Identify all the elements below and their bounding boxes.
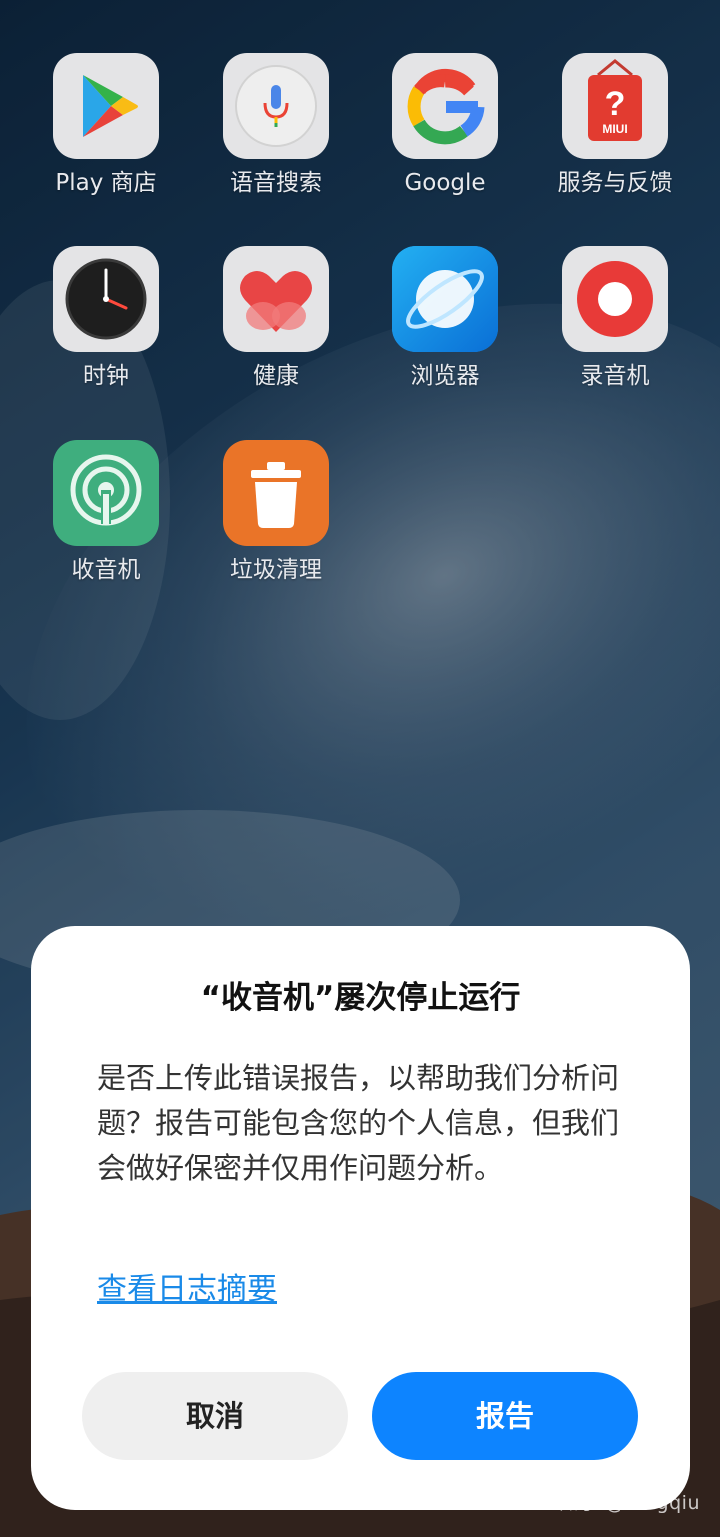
clock-icon	[53, 246, 159, 352]
radio-icon	[53, 440, 159, 546]
app-feedback[interactable]: ? MIUI 服务与反馈	[540, 53, 690, 213]
svg-text:?: ?	[605, 85, 626, 123]
app-label: 时钟	[83, 363, 129, 389]
trash-cleaner-icon	[223, 440, 329, 546]
app-label: 收音机	[71, 557, 141, 583]
cancel-button[interactable]: 取消	[82, 1372, 348, 1460]
dialog-message: 是否上传此错误报告，以帮助我们分析问题？报告可能包含您的个人信息，但我们会做好保…	[97, 1061, 620, 1185]
view-log-summary-link[interactable]: 查看日志摘要	[97, 1268, 277, 1312]
app-browser[interactable]: 浏览器	[370, 246, 520, 406]
app-clock[interactable]: 时钟	[31, 246, 181, 406]
browser-icon	[392, 246, 498, 352]
miui-text: MIUI	[602, 122, 627, 136]
app-cleaner[interactable]: 垃圾清理	[201, 440, 351, 600]
app-play-store[interactable]: Play 商店	[31, 53, 181, 213]
play-store-icon	[53, 53, 159, 159]
crash-dialog: “收音机”屡次停止运行 是否上传此错误报告，以帮助我们分析问题？报告可能包含您的…	[31, 926, 690, 1510]
app-health[interactable]: 健康	[201, 246, 351, 406]
home-screen: Play 商店 语音搜索 Google ? MIUI 服务与反馈 时钟 健康 浏…	[0, 0, 720, 1537]
recorder-icon	[562, 246, 668, 352]
voice-search-icon	[223, 53, 329, 159]
google-icon	[392, 53, 498, 159]
dialog-title: “收音机”屡次停止运行	[200, 980, 521, 1016]
miui-feedback-icon: ? MIUI	[562, 53, 668, 159]
app-recorder[interactable]: 录音机	[540, 246, 690, 406]
app-voice-search[interactable]: 语音搜索	[201, 53, 351, 213]
app-label: 语音搜索	[230, 170, 322, 196]
app-label: 浏览器	[410, 363, 480, 389]
report-button[interactable]: 报告	[372, 1372, 638, 1460]
app-label: 录音机	[580, 363, 650, 389]
app-label: 健康	[253, 363, 299, 389]
app-label: Play 商店	[55, 170, 157, 196]
app-label: 服务与反馈	[557, 170, 673, 196]
app-radio[interactable]: 收音机	[31, 440, 181, 600]
app-label: Google	[404, 170, 486, 196]
app-label: 垃圾清理	[230, 557, 322, 583]
app-google[interactable]: Google	[370, 53, 520, 213]
health-icon	[223, 246, 329, 352]
